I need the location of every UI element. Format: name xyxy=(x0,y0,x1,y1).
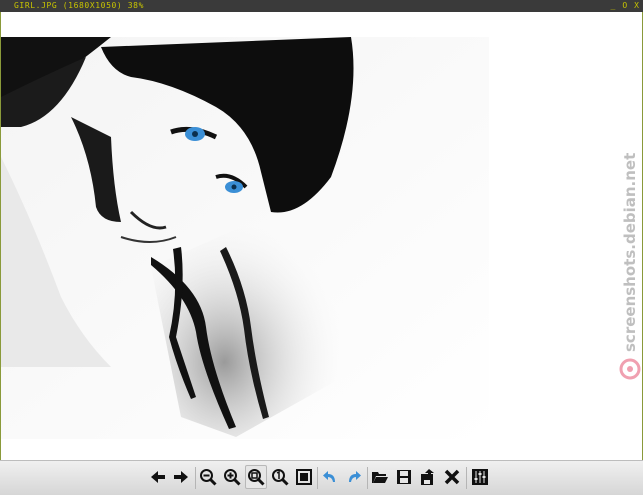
toolbar-separator xyxy=(195,467,196,489)
folder-open-icon xyxy=(372,472,388,483)
image-viewport[interactable]: screenshots.debian.net xyxy=(1,12,642,460)
zoom-fit-icon xyxy=(248,469,265,486)
save-as-icon xyxy=(421,469,434,485)
watermark-text: screenshots.debian.net xyxy=(621,153,639,352)
window-controls: _ O X xyxy=(611,0,639,12)
zoom-fit-button[interactable] xyxy=(245,465,267,489)
toolbar xyxy=(0,460,643,495)
window-title: GIRL.JPG (1680X1050) 38% xyxy=(14,1,144,10)
preferences-button[interactable] xyxy=(469,465,491,489)
fullscreen-icon xyxy=(296,469,312,485)
displayed-image xyxy=(1,37,489,439)
delete-file-button[interactable] xyxy=(441,465,463,489)
window-titlebar[interactable]: GIRL.JPG (1680X1050) 38% _ O X xyxy=(0,0,643,12)
minimize-button[interactable]: _ xyxy=(611,0,616,12)
next-image-button[interactable] xyxy=(170,465,192,489)
previous-image-button[interactable] xyxy=(147,465,169,489)
settings-sliders-icon xyxy=(472,469,488,485)
rotate-left-icon xyxy=(323,471,335,482)
rotate-right-icon xyxy=(349,471,361,482)
arrow-right-icon xyxy=(174,471,188,483)
maximize-button[interactable]: O xyxy=(622,0,627,12)
toolbar-separator xyxy=(466,467,467,489)
zoom-in-icon xyxy=(224,469,241,486)
zoom-out-icon xyxy=(200,469,217,486)
open-file-button[interactable] xyxy=(369,465,391,489)
toolbar-separator xyxy=(367,467,368,489)
fullscreen-button[interactable] xyxy=(293,465,315,489)
save-file-button[interactable] xyxy=(393,465,415,489)
arrow-left-icon xyxy=(151,471,165,483)
rotate-right-button[interactable] xyxy=(343,465,365,489)
save-icon xyxy=(397,470,411,484)
rotate-left-button[interactable] xyxy=(319,465,341,489)
save-as-button[interactable] xyxy=(417,465,439,489)
toolbar-separator xyxy=(317,467,318,489)
zoom-100-icon xyxy=(272,469,289,486)
close-button[interactable]: X xyxy=(634,0,639,12)
zoom-out-button[interactable] xyxy=(197,465,219,489)
delete-icon xyxy=(444,469,460,485)
watermark: screenshots.debian.net xyxy=(619,153,641,380)
zoom-in-button[interactable] xyxy=(221,465,243,489)
zoom-original-button[interactable] xyxy=(269,465,291,489)
